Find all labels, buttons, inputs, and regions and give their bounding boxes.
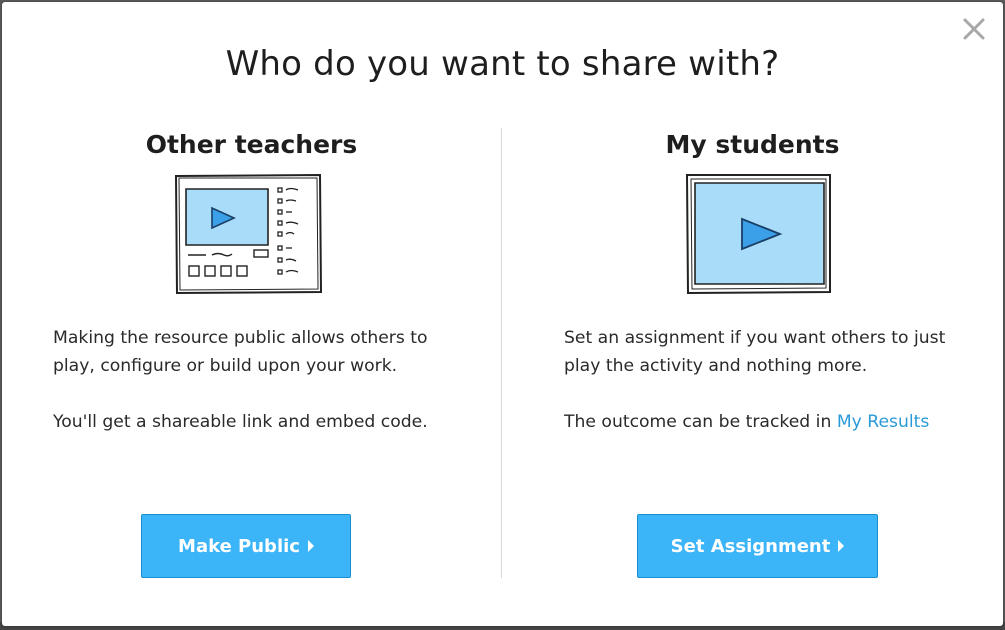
my-students-panel: My students Set an assignment if you wan… <box>502 128 1003 598</box>
other-teachers-panel: Other teachers Making the resource publi… <box>2 128 501 598</box>
modal-title: Who do you want to share with? <box>225 44 780 84</box>
other-teachers-description: Making the resource public allows others… <box>53 324 473 464</box>
close-button[interactable] <box>959 14 989 44</box>
my-results-link[interactable]: My Results <box>837 412 930 432</box>
make-public-button[interactable]: Make Public <box>141 514 351 578</box>
results-note-text: The outcome can be tracked in <box>564 412 837 432</box>
results-note: The outcome can be tracked in My Results <box>564 408 984 436</box>
video-player-illustration <box>684 172 832 300</box>
caret-right-icon <box>838 540 845 552</box>
close-icon <box>963 18 985 40</box>
set-assignment-button[interactable]: Set Assignment <box>637 514 878 578</box>
caret-right-icon <box>307 540 314 552</box>
make-public-label: Make Public <box>178 535 300 557</box>
public-link-note: You'll get a shareable link and embed co… <box>53 412 428 432</box>
my-students-heading: My students <box>665 130 840 159</box>
set-assignment-label: Set Assignment <box>670 535 831 557</box>
resource-page-illustration <box>172 172 324 300</box>
other-teachers-heading: Other teachers <box>145 130 358 159</box>
share-modal: Who do you want to share with? Other tea… <box>2 2 1003 626</box>
my-students-description: Set an assignment if you want others to … <box>564 324 984 464</box>
public-explanation: Making the resource public allows others… <box>53 328 428 376</box>
assignment-explanation: Set an assignment if you want others to … <box>564 328 946 376</box>
